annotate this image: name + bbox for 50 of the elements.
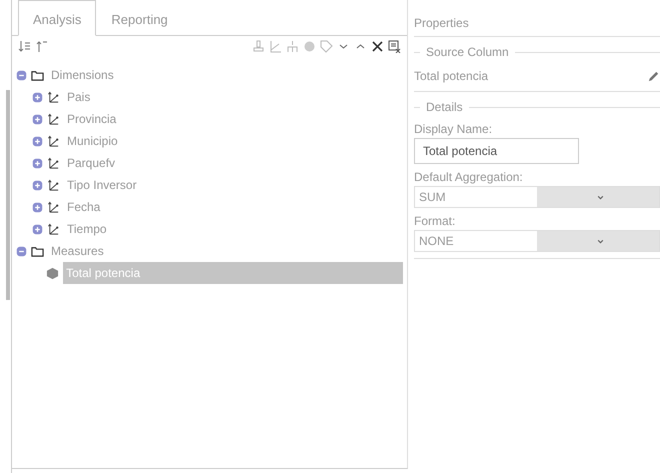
tree-item[interactable]: Measures: [48, 240, 107, 262]
tree-item[interactable]: Dimensions: [48, 64, 117, 86]
hierarchy-arrow-icon: [47, 222, 60, 236]
tree-item[interactable]: Tiempo: [64, 218, 110, 240]
field-value: Total potencia: [414, 68, 488, 85]
org-chart-icon[interactable]: [286, 40, 299, 52]
tree-item[interactable]: Tipo Inversor: [64, 174, 140, 196]
tree-item[interactable]: Parquefv: [64, 152, 118, 174]
tag-icon[interactable]: [320, 40, 333, 52]
hierarchy-arrow-icon: [47, 90, 60, 104]
folder-icon: [31, 244, 44, 258]
hierarchy-arrow-icon[interactable]: [269, 40, 282, 52]
field-label: Format:: [414, 213, 456, 230]
tab[interactable]: Reporting: [96, 0, 183, 36]
panel-title: Properties: [414, 14, 660, 37]
hierarchy-arrow-icon: [47, 178, 60, 192]
hierarchy-arrow-icon: [47, 134, 60, 148]
clear-filter-icon[interactable]: [388, 40, 401, 52]
field-label: Default Aggregation:: [414, 169, 524, 186]
collapse-toggle[interactable]: [16, 246, 27, 256]
sort-descending-icon[interactable]: [18, 40, 31, 52]
close-icon[interactable]: [371, 40, 384, 52]
section-legend: Source Column: [426, 43, 509, 61]
expand-toggle[interactable]: [32, 224, 43, 234]
tree-item[interactable]: Pais: [64, 86, 94, 108]
expand-toggle[interactable]: [32, 114, 43, 124]
hierarchy-arrow-icon: [47, 200, 60, 214]
hierarchy-arrow-icon: [47, 156, 60, 170]
expand-toggle[interactable]: [32, 180, 43, 190]
tree-item[interactable]: Provincia: [64, 108, 120, 130]
tree-item[interactable]: Municipio: [64, 130, 121, 152]
sort-ascending-icon[interactable]: [35, 40, 48, 52]
expand-toggle[interactable]: [32, 136, 43, 146]
stamp-icon[interactable]: [252, 40, 265, 52]
aggregation-dropdown[interactable]: SUM: [414, 186, 660, 208]
collapse-toggle[interactable]: [16, 70, 27, 80]
folder-icon: [31, 68, 44, 82]
scrollbar-thumb[interactable]: [6, 90, 10, 300]
pencil-icon[interactable]: [647, 70, 660, 82]
format-dropdown[interactable]: NONE: [414, 230, 660, 252]
tab[interactable]: Analysis: [18, 0, 96, 36]
tree-item[interactable]: Total potencia: [63, 262, 403, 284]
hierarchy-arrow-icon: [47, 112, 60, 126]
tree-item[interactable]: Fecha: [64, 196, 104, 218]
expand-toggle[interactable]: [32, 202, 43, 212]
field-label: Display Name:: [414, 121, 494, 138]
display-name-field[interactable]: Total potencia: [414, 138, 579, 164]
expand-toggle[interactable]: [32, 92, 43, 102]
expand-toggle[interactable]: [32, 158, 43, 168]
section-legend: Details: [426, 98, 463, 116]
